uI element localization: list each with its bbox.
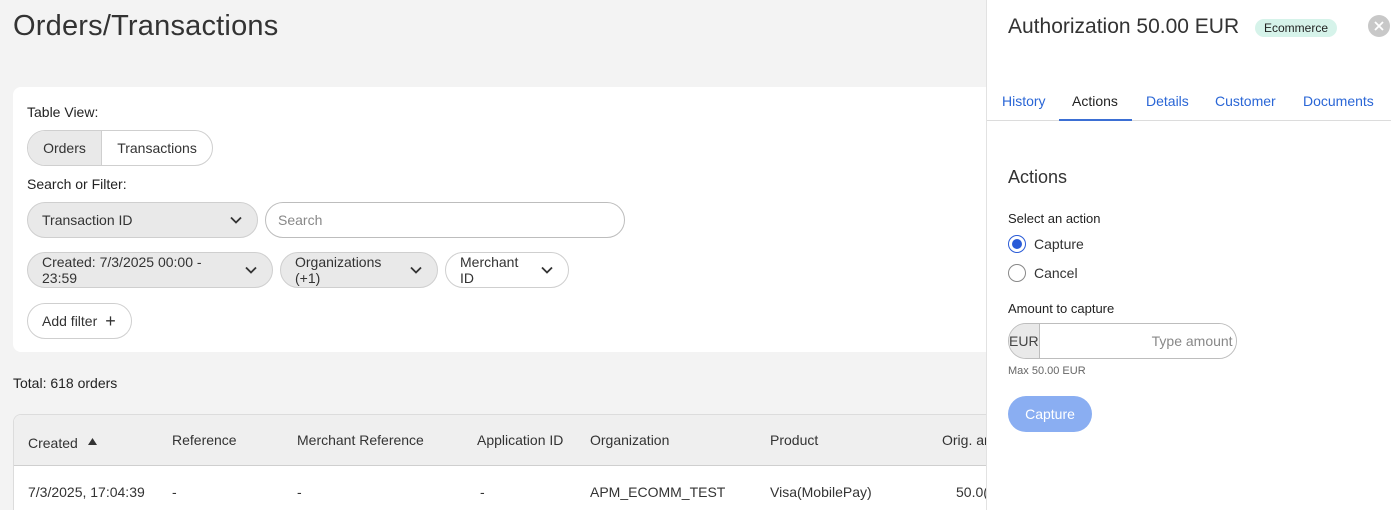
radio-label-cancel: Cancel <box>1034 265 1078 281</box>
search-filter-label: Search or Filter: <box>27 176 127 192</box>
cell-reference: - <box>172 484 177 500</box>
max-amount-note: Max 50.00 EUR <box>1008 365 1086 377</box>
page-title: Orders/Transactions <box>13 10 279 42</box>
table-view-toggle: Orders Transactions <box>27 130 213 166</box>
created-date-filter[interactable]: Created: 7/3/2025 00:00 - 23:59 <box>27 252 273 288</box>
merchant-filter-label: Merchant ID <box>460 254 519 286</box>
radio-option-cancel[interactable]: Cancel <box>1008 264 1078 282</box>
table-view-label: Table View: <box>27 104 99 120</box>
cell-product: Visa(MobilePay) <box>770 484 872 500</box>
panel-title: Authorization 50.00 EUR <box>1008 15 1240 38</box>
actions-section-title: Actions <box>1008 167 1068 187</box>
view-transactions-button[interactable]: Transactions <box>102 131 212 165</box>
cell-orig-amount: 50.0( <box>956 484 986 500</box>
merchant-id-filter[interactable]: Merchant ID <box>445 252 569 288</box>
chevron-down-icon <box>236 263 258 277</box>
search-field-select[interactable]: Transaction ID <box>27 202 258 238</box>
cell-application-id: - <box>480 484 485 500</box>
column-header-organization[interactable]: Organization <box>590 432 669 448</box>
amount-label: Amount to capture <box>1008 301 1115 316</box>
amount-input[interactable] <box>1039 324 1236 358</box>
close-panel-button[interactable] <box>1368 15 1390 37</box>
chevron-down-icon <box>221 213 243 227</box>
radio-label-capture: Capture <box>1034 236 1084 252</box>
cell-created[interactable]: 7/3/2025, 17:04:39 <box>28 484 145 500</box>
cell-merchant-reference: - <box>297 484 302 500</box>
tab-actions[interactable]: Actions <box>1072 93 1118 109</box>
sort-ascending-icon <box>87 432 97 448</box>
table-header: Created Reference Merchant Reference App… <box>14 415 986 466</box>
amount-field: EUR <box>1008 323 1237 359</box>
tab-details[interactable]: Details <box>1146 93 1189 109</box>
main-content: Orders/Transactions Table View: Orders T… <box>0 0 986 510</box>
column-header-orig-amount[interactable]: Orig. ar <box>942 432 986 448</box>
filter-card: Table View: Orders Transactions Search o… <box>13 87 986 352</box>
plus-icon: + <box>105 311 116 331</box>
column-header-created[interactable]: Created <box>28 432 97 451</box>
channel-badge: Ecommerce <box>1255 19 1338 37</box>
tab-documents[interactable]: Documents <box>1303 93 1374 109</box>
total-orders-count: Total: 618 orders <box>13 375 118 391</box>
search-field-value: Transaction ID <box>42 212 133 228</box>
active-tab-indicator <box>1059 119 1132 121</box>
column-header-application-id[interactable]: Application ID <box>477 432 563 448</box>
column-header-reference[interactable]: Reference <box>172 432 237 448</box>
column-header-product[interactable]: Product <box>770 432 818 448</box>
view-orders-button[interactable]: Orders <box>28 131 102 165</box>
cell-organization: APM_ECOMM_TEST <box>590 484 726 500</box>
tab-history[interactable]: History <box>1002 93 1046 109</box>
select-action-label: Select an action <box>1008 211 1101 226</box>
authorization-panel: Authorization 50.00 EUR Ecommerce Histor… <box>986 0 1391 510</box>
capture-button[interactable]: Capture <box>1008 396 1092 432</box>
radio-unchecked-icon[interactable] <box>1008 264 1026 282</box>
column-header-merchant-reference[interactable]: Merchant Reference <box>297 432 424 448</box>
organizations-filter-label: Organizations (+1) <box>295 254 382 286</box>
close-icon <box>1374 21 1384 31</box>
organizations-filter[interactable]: Organizations (+1) <box>280 252 438 288</box>
orders-table: Created Reference Merchant Reference App… <box>13 414 986 510</box>
created-filter-label: Created: 7/3/2025 00:00 - 23:59 <box>42 254 202 286</box>
panel-tabs: History Actions Details Customer Documen… <box>987 86 1391 121</box>
currency-addon: EUR <box>1009 324 1040 358</box>
chevron-down-icon <box>401 263 423 277</box>
chevron-down-icon <box>532 263 554 277</box>
radio-checked-icon[interactable] <box>1008 235 1026 253</box>
tab-customer[interactable]: Customer <box>1215 93 1276 109</box>
search-input[interactable] <box>265 202 625 238</box>
add-filter-button[interactable]: Add filter + <box>27 303 132 339</box>
add-filter-label: Add filter <box>42 313 98 329</box>
radio-option-capture[interactable]: Capture <box>1008 235 1084 253</box>
